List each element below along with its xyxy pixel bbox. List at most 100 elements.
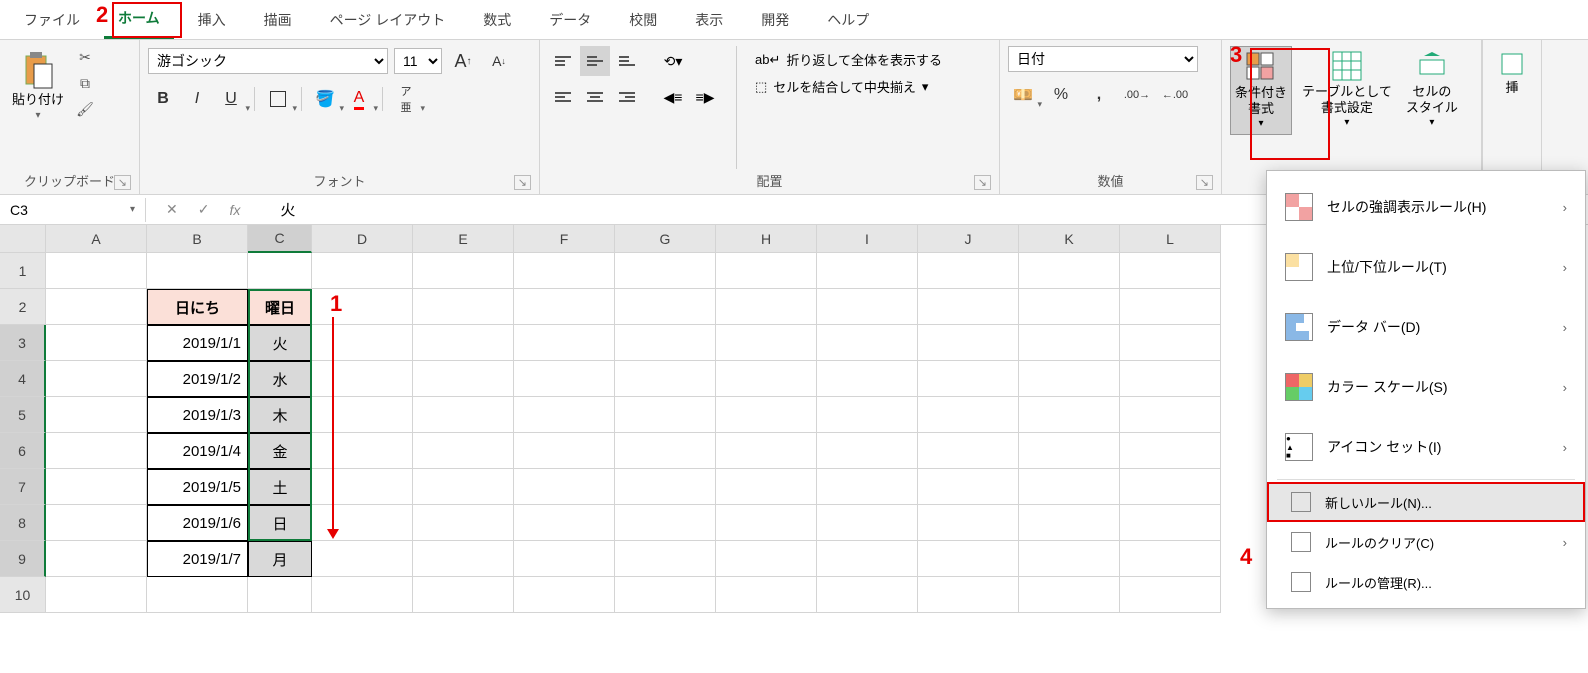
cell[interactable] (615, 289, 716, 325)
cell[interactable] (918, 361, 1019, 397)
col-header[interactable]: E (413, 225, 514, 253)
select-all-corner[interactable] (0, 225, 46, 253)
cell[interactable] (615, 397, 716, 433)
cell[interactable] (716, 361, 817, 397)
cell[interactable] (46, 469, 147, 505)
cell[interactable] (312, 577, 413, 613)
italic-button[interactable]: I (182, 84, 212, 114)
tab-view[interactable]: 表示 (681, 2, 737, 38)
cell[interactable] (514, 505, 615, 541)
cell[interactable] (413, 505, 514, 541)
cell[interactable] (918, 253, 1019, 289)
cell[interactable] (413, 397, 514, 433)
cell[interactable] (1120, 433, 1221, 469)
align-launcher[interactable]: ↘ (974, 175, 991, 190)
comma-button[interactable]: , (1084, 80, 1114, 110)
cell[interactable] (918, 397, 1019, 433)
cell[interactable] (514, 577, 615, 613)
accounting-format-button[interactable]: 💴 (1008, 80, 1038, 110)
cell[interactable]: 2019/1/3 (147, 397, 248, 433)
cell[interactable] (514, 325, 615, 361)
font-color-button[interactable]: A (344, 84, 374, 114)
cell[interactable] (514, 397, 615, 433)
col-header[interactable]: C (248, 225, 312, 253)
number-launcher[interactable]: ↘ (1196, 175, 1213, 190)
formula-bar[interactable]: 火 (280, 199, 295, 220)
row-header[interactable]: 4 (0, 361, 46, 397)
cell[interactable] (514, 469, 615, 505)
cell[interactable]: 金 (248, 433, 312, 469)
orientation-button[interactable]: ⟲▾ (658, 46, 688, 76)
cell[interactable] (1019, 505, 1120, 541)
cell[interactable] (312, 361, 413, 397)
align-bottom-button[interactable] (612, 46, 642, 76)
cf-manage-rules[interactable]: ルールの管理(R)... (1267, 562, 1585, 602)
cell[interactable] (514, 361, 615, 397)
cell[interactable] (716, 397, 817, 433)
cell[interactable] (312, 325, 413, 361)
cell[interactable] (1120, 289, 1221, 325)
cell[interactable] (817, 433, 918, 469)
cut-icon[interactable]: ✂ (74, 46, 96, 68)
col-header[interactable]: L (1120, 225, 1221, 253)
cell[interactable] (413, 541, 514, 577)
cell[interactable] (1019, 253, 1120, 289)
format-as-table-button[interactable]: テーブルとして 書式設定▾ (1298, 46, 1396, 133)
cell[interactable] (312, 433, 413, 469)
row-header[interactable]: 5 (0, 397, 46, 433)
cell[interactable] (413, 253, 514, 289)
cell[interactable] (1120, 469, 1221, 505)
cell[interactable] (615, 325, 716, 361)
increase-font-icon[interactable]: A↑ (448, 46, 478, 76)
col-header[interactable]: J (918, 225, 1019, 253)
cell[interactable]: 月 (248, 541, 312, 577)
font-size-select[interactable]: 11 (394, 48, 442, 74)
cell[interactable] (413, 433, 514, 469)
cell[interactable] (248, 577, 312, 613)
cell[interactable] (817, 397, 918, 433)
cell[interactable] (1120, 505, 1221, 541)
cell[interactable] (615, 469, 716, 505)
cell[interactable] (1120, 253, 1221, 289)
cell[interactable] (817, 541, 918, 577)
format-painter-icon[interactable]: 🖌 (74, 98, 96, 120)
cell[interactable]: 2019/1/2 (147, 361, 248, 397)
number-format-select[interactable]: 日付 (1008, 46, 1198, 72)
cell[interactable] (918, 541, 1019, 577)
cell[interactable] (716, 289, 817, 325)
cell[interactable] (46, 361, 147, 397)
cell[interactable]: 火 (248, 325, 312, 361)
col-header[interactable]: I (817, 225, 918, 253)
cell[interactable] (817, 469, 918, 505)
cell[interactable] (1019, 397, 1120, 433)
cell[interactable]: 土 (248, 469, 312, 505)
cell[interactable] (716, 469, 817, 505)
cell[interactable] (918, 289, 1019, 325)
cell[interactable] (615, 253, 716, 289)
increase-decimal-button[interactable]: .00→ (1122, 80, 1152, 110)
cell[interactable] (817, 253, 918, 289)
border-button[interactable] (263, 84, 293, 114)
cancel-formula-icon[interactable]: ✕ (166, 201, 178, 218)
phonetic-button[interactable]: ア亜 (391, 84, 421, 114)
fill-color-button[interactable]: 🪣 (310, 84, 340, 114)
bold-button[interactable]: B (148, 84, 178, 114)
col-header[interactable]: F (514, 225, 615, 253)
cell[interactable] (918, 505, 1019, 541)
cell[interactable] (46, 577, 147, 613)
cell[interactable] (312, 469, 413, 505)
cell[interactable] (918, 433, 1019, 469)
cell[interactable] (615, 577, 716, 613)
col-header[interactable]: G (615, 225, 716, 253)
row-header[interactable]: 3 (0, 325, 46, 361)
cell[interactable] (615, 433, 716, 469)
cell[interactable] (1019, 469, 1120, 505)
cell[interactable] (312, 541, 413, 577)
cell[interactable]: 2019/1/6 (147, 505, 248, 541)
cell[interactable] (46, 433, 147, 469)
cell[interactable] (817, 577, 918, 613)
cell[interactable] (716, 577, 817, 613)
decrease-font-icon[interactable]: A↓ (484, 46, 514, 76)
merge-center-button[interactable]: ⬚セルを結合して中央揃え ▾ (747, 73, 950, 100)
cell[interactable] (514, 541, 615, 577)
